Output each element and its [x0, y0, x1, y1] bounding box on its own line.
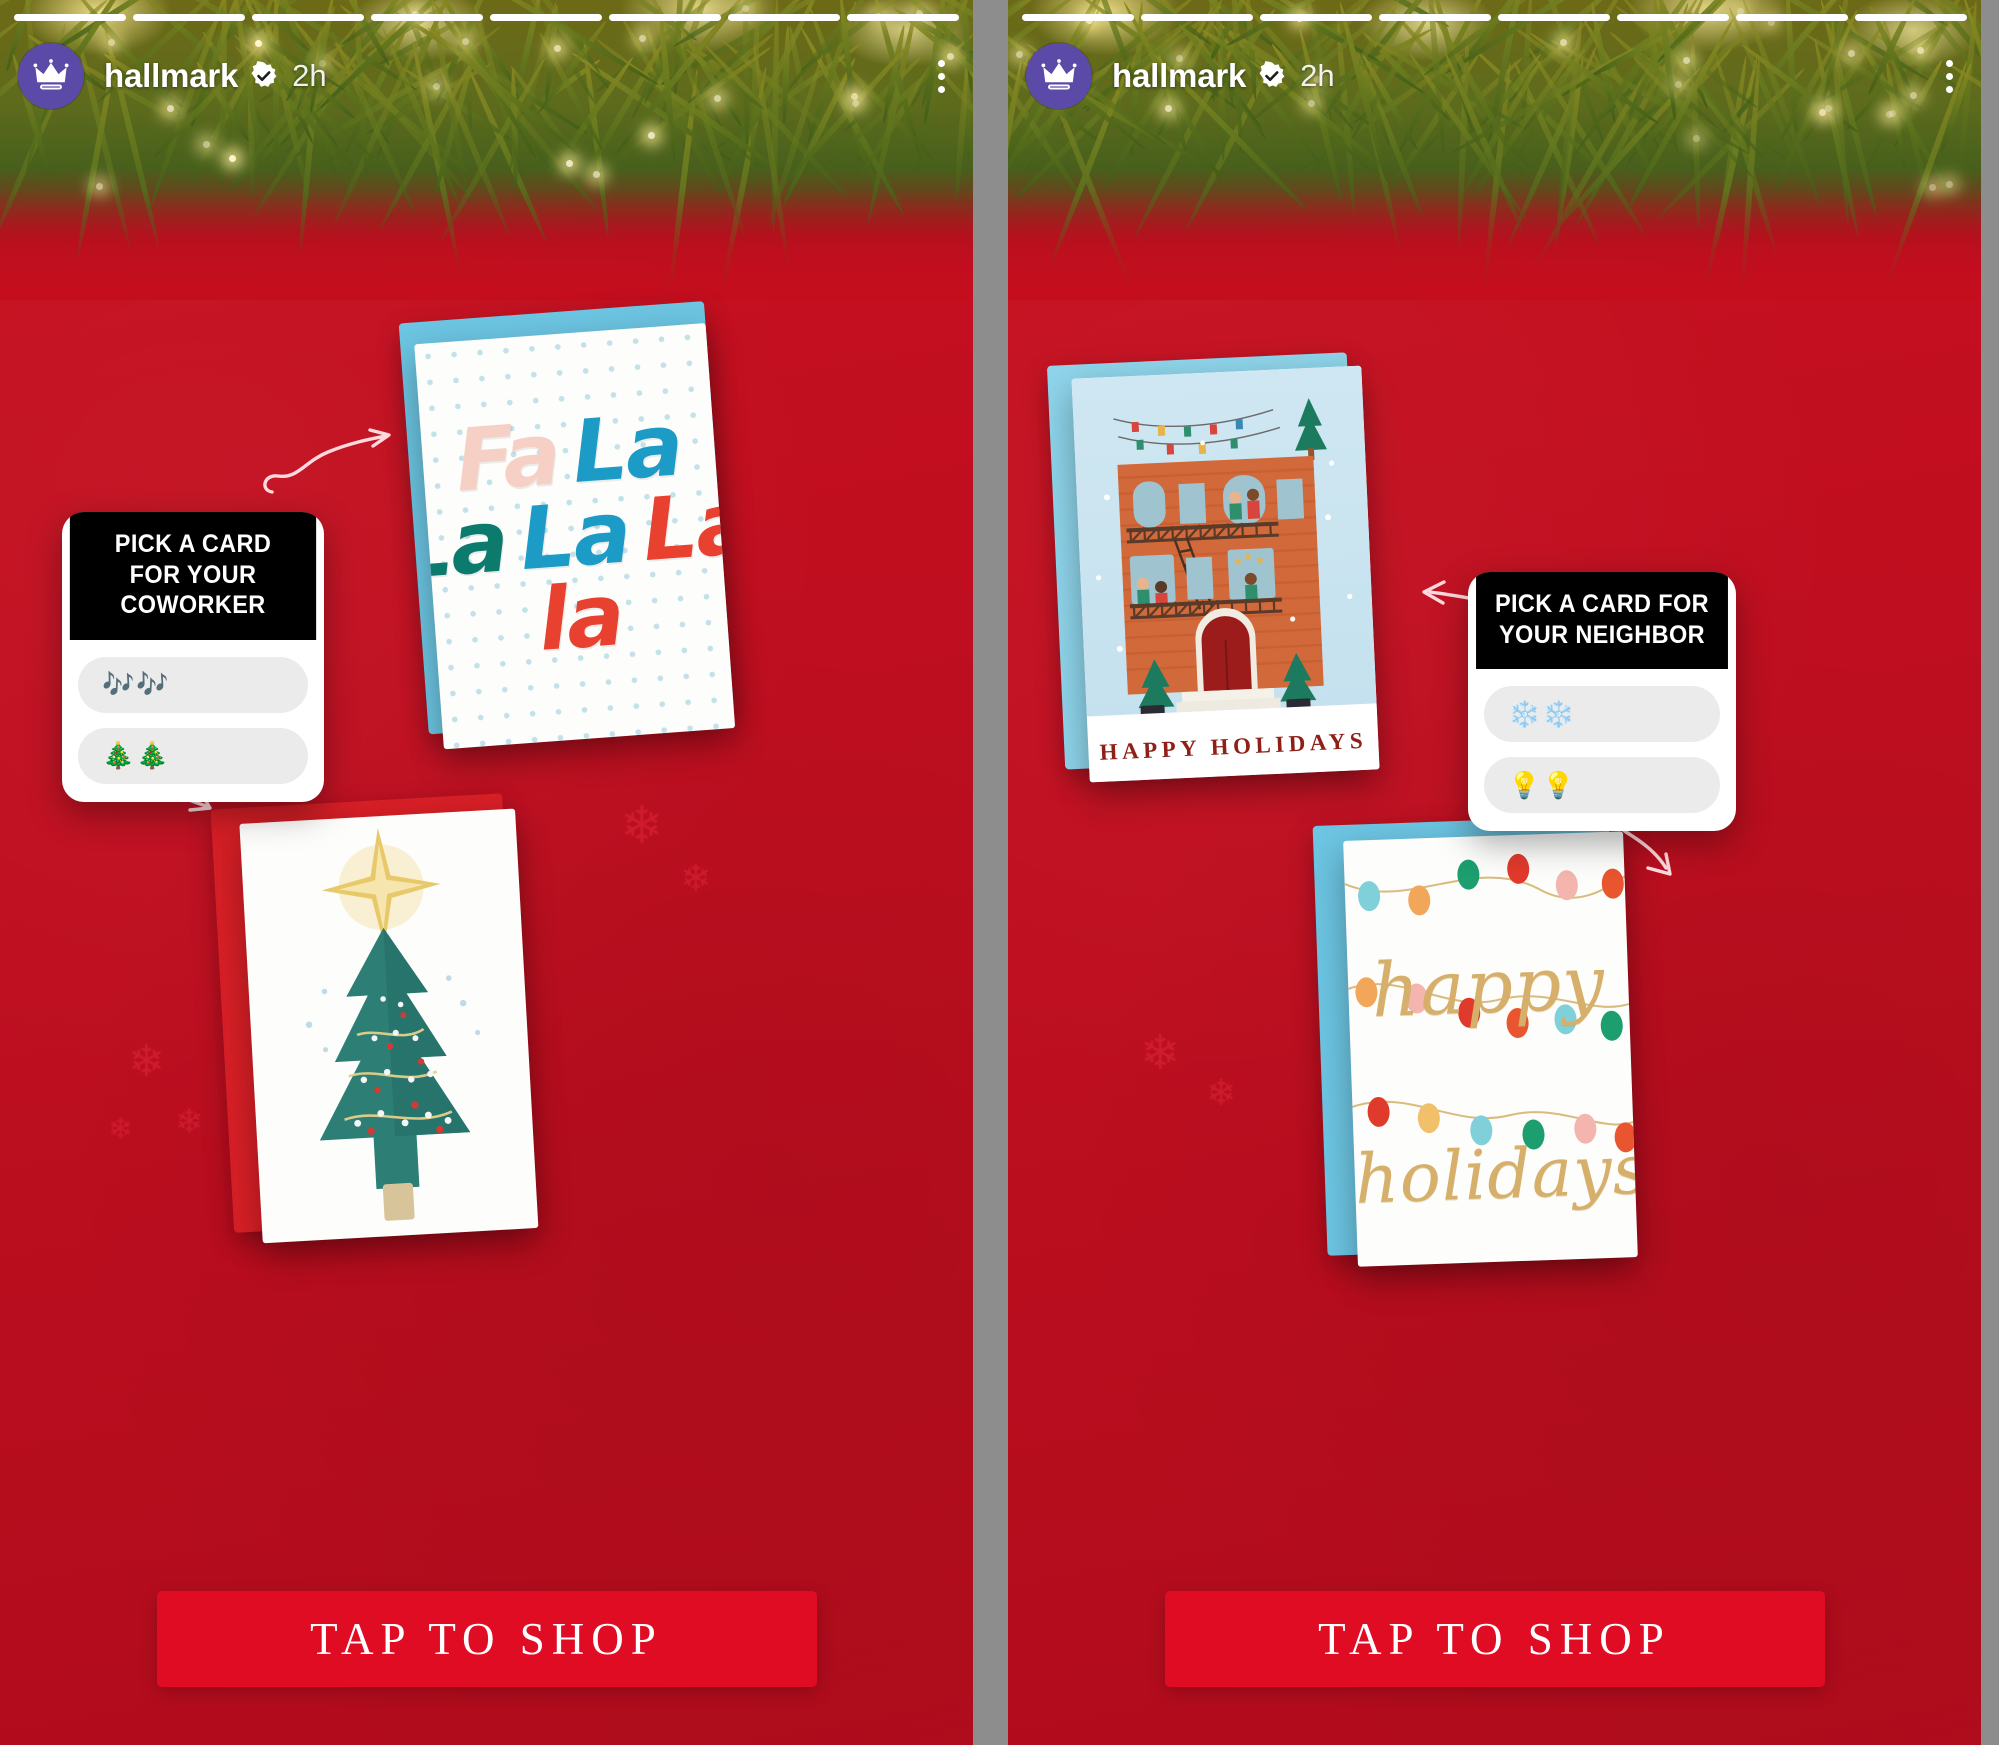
falala-word: la	[536, 575, 625, 662]
falala-line: la	[536, 575, 625, 662]
poll-option-bulbs[interactable]: 💡💡	[1484, 757, 1720, 813]
story-header: hallmark 2h	[18, 40, 955, 112]
story-viewer: ❄ ❄ ❄ ❄ ❄ hallmark 2h Fa La La La La la …	[0, 0, 1999, 1745]
card-front: Fa La La La La la	[414, 323, 735, 749]
falala-word: La	[640, 483, 735, 572]
progress-segment[interactable]	[371, 14, 483, 21]
avatar[interactable]	[18, 43, 84, 109]
poll-options: ❄️❄️ 💡💡	[1468, 669, 1736, 831]
snowflake-decoration: ❄	[1140, 1030, 1180, 1078]
poll-option-trees[interactable]: 🎄🎄	[78, 728, 308, 784]
card-front	[239, 809, 538, 1244]
story-username[interactable]: hallmark	[1112, 57, 1246, 95]
poll-option-label: 🎄🎄	[102, 740, 171, 771]
poll-option-music-notes[interactable]: 🎶🎶	[78, 657, 308, 713]
progress-segment[interactable]	[133, 14, 245, 21]
poll-options: 🎶🎶 🎄🎄	[62, 640, 324, 802]
story-timestamp: 2h	[292, 58, 326, 94]
progress-segment[interactable]	[490, 14, 602, 21]
progress-segment[interactable]	[14, 14, 126, 21]
crown-icon	[1039, 56, 1079, 96]
snowflake-decoration: ❄	[128, 1040, 165, 1084]
poll-sticker-neighbor[interactable]: PICK A CARD FOR YOUR NEIGHBOR ❄️❄️ 💡💡	[1468, 572, 1736, 831]
story-username[interactable]: hallmark	[104, 57, 238, 95]
snowflake-decoration: ❄	[680, 860, 712, 898]
progress-segment[interactable]	[609, 14, 721, 21]
kebab-menu-icon[interactable]	[1936, 54, 1963, 99]
tap-to-shop-button[interactable]: TAP TO SHOP	[157, 1591, 817, 1687]
poll-option-label: 🎶🎶	[102, 669, 171, 700]
poll-question: PICK A CARD FOR YOUR NEIGHBOR	[1476, 572, 1728, 669]
progress-segment[interactable]	[1617, 14, 1729, 21]
falala-lettering: Fa La La La La la	[414, 323, 735, 749]
brownstone-illustration	[1072, 366, 1380, 783]
progress-segment[interactable]	[728, 14, 840, 21]
progress-segment[interactable]	[252, 14, 364, 21]
progress-segment[interactable]	[1022, 14, 1134, 21]
christmas-tree-illustration	[275, 911, 508, 1243]
card-brownstone[interactable]: HAPPY HOLIDAYS	[1047, 345, 1406, 780]
card-script-holidays: holidays	[1354, 1131, 1637, 1220]
snowflake-decoration: ❄	[175, 1105, 204, 1139]
progress-segment[interactable]	[1379, 14, 1491, 21]
card-front: HAPPY HOLIDAYS	[1072, 366, 1380, 783]
kebab-menu-icon[interactable]	[928, 54, 955, 99]
card-lights[interactable]: happy holidays	[1312, 804, 1667, 1266]
snowflake-decoration: ❄	[108, 1115, 133, 1145]
story-header: hallmark 2h	[1026, 40, 1963, 112]
tap-to-shop-button[interactable]: TAP TO SHOP	[1165, 1591, 1825, 1687]
progress-segment[interactable]	[1736, 14, 1848, 21]
poll-question: PICK A CARD FOR YOUR COWORKER	[70, 512, 316, 640]
card-falala[interactable]: Fa La La La La la	[383, 300, 744, 753]
card-front: happy holidays	[1343, 831, 1638, 1267]
verified-badge-icon	[1257, 61, 1287, 91]
progress-segment[interactable]	[847, 14, 959, 21]
poll-option-label: ❄️❄️	[1508, 699, 1577, 730]
story-timestamp: 2h	[1300, 58, 1334, 94]
progress-segment[interactable]	[1855, 14, 1967, 21]
progress-segment[interactable]	[1498, 14, 1610, 21]
snowflake-decoration: ❄	[1206, 1075, 1236, 1111]
crown-icon	[31, 56, 71, 96]
story-panel-neighbor[interactable]: ❄ ❄ ❄ ❄ ❄ hallmark	[1008, 0, 1981, 1745]
story-progress-bar[interactable]	[1022, 14, 1967, 21]
avatar[interactable]	[1026, 43, 1092, 109]
poll-option-label: 💡💡	[1508, 770, 1577, 801]
story-panel-coworker[interactable]: ❄ ❄ ❄ ❄ ❄ hallmark 2h Fa La La La La la …	[0, 0, 973, 1745]
poll-sticker-coworker[interactable]: PICK A CARD FOR YOUR COWORKER 🎶🎶 🎄🎄	[62, 512, 324, 802]
poll-option-snowflakes[interactable]: ❄️❄️	[1484, 686, 1720, 742]
story-progress-bar[interactable]	[14, 14, 959, 21]
snowflake-decoration: ❄	[620, 800, 664, 852]
progress-segment[interactable]	[1260, 14, 1372, 21]
card-script-happy: happy	[1347, 939, 1630, 1035]
verified-badge-icon	[249, 61, 279, 91]
card-tree[interactable]	[210, 781, 564, 1239]
progress-segment[interactable]	[1141, 14, 1253, 21]
